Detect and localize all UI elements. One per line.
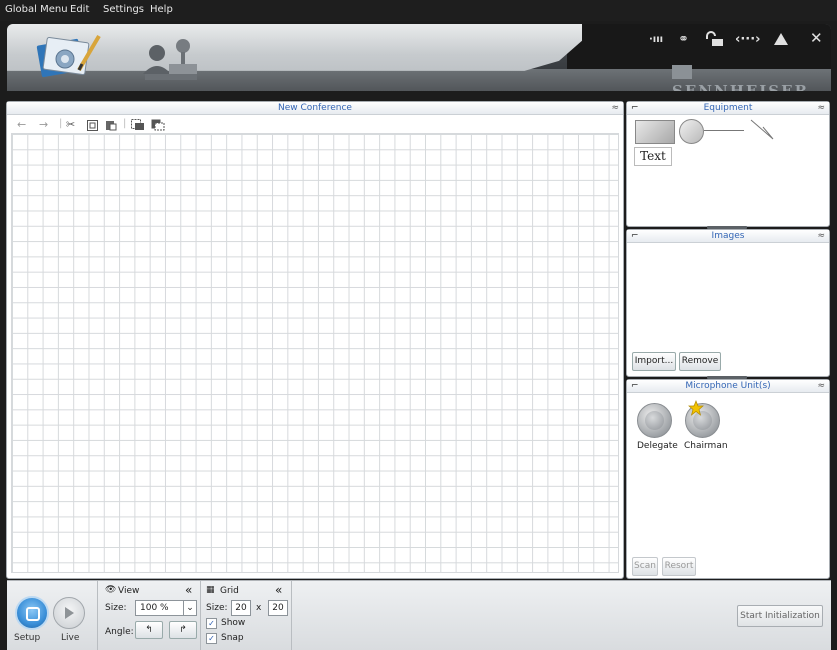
polygon-shape-icon[interactable] [749,117,775,143]
play-icon [65,607,74,619]
remove-button[interactable]: Remove [679,352,721,371]
brand-logo: SENNHEISER [672,64,831,91]
microphone-units-panel: ⌐ Microphone Unit(s) ≈ Delegate Chairman… [626,379,830,579]
images-title: Images [711,231,745,241]
layout-editor-icon[interactable] [35,30,105,82]
redo-icon[interactable]: → [39,118,48,131]
circle-shape-icon[interactable] [679,119,704,144]
grid-width-input[interactable]: 20 [231,600,251,616]
rotate-left-button[interactable]: ↰ [135,621,163,639]
network-icon[interactable]: ⚭ [678,32,689,47]
collapse-icon[interactable]: ≈ [817,380,825,392]
grid-collapse-icon[interactable]: « [275,583,282,597]
setup-mode-button[interactable] [15,596,49,630]
show-grid-checkbox[interactable]: ✓ [206,618,217,629]
snap-grid-checkbox[interactable]: ✓ [206,633,217,644]
view-icon: 👁 [105,585,117,595]
live-mode-button[interactable] [53,597,85,629]
paste-icon[interactable] [105,119,117,131]
conference-canvas-panel: New Conference ≈ ← → | ✂ | [6,101,624,579]
collapse-icon[interactable]: ≈ [817,102,825,114]
send-to-back-icon[interactable] [151,119,165,131]
collapse-icon[interactable]: ≈ [817,230,825,242]
images-title-bar: ⌐ Images ≈ [627,230,829,243]
menu-help[interactable]: Help [150,4,173,15]
images-panel: ⌐ Images ≈ Import... Remove [626,229,830,379]
drawing-grid[interactable] [11,133,619,573]
grid-title: Grid [220,586,239,596]
delegate-label: Delegate [637,441,678,451]
lock-icon[interactable]: ⌐ [631,380,639,392]
view-title: View [118,586,140,596]
canvas-title: New Conference [278,103,352,113]
canvas-title-bar: New Conference ≈ [7,102,623,115]
grid-icon: ▦ [206,585,215,595]
menu-global[interactable]: Global Menu [5,4,68,15]
brand-mark-icon [672,65,692,79]
copy-icon[interactable] [87,120,98,131]
chairman-label: Chairman [684,441,728,451]
menu-bar: Global Menu Edit Settings Help [0,0,837,21]
live-label: Live [61,633,80,643]
scan-button[interactable]: Scan [632,557,658,576]
star-icon [688,400,704,416]
cut-icon[interactable]: ✂ [66,118,75,131]
menu-settings[interactable]: Settings [103,4,144,15]
show-grid-label: Show [221,618,246,628]
snap-grid-label: Snap [221,633,244,643]
undo-icon[interactable]: ← [17,118,26,131]
equipment-title: Equipment [703,103,753,113]
microphones-title: Microphone Unit(s) [685,381,771,391]
eject-icon[interactable] [773,32,789,46]
zoom-value: 100 % [140,603,169,613]
grid-times-label: x [256,603,262,613]
line-shape-icon[interactable] [704,130,744,131]
menu-edit[interactable]: Edit [70,4,89,15]
close-icon[interactable]: ✕ [810,29,823,47]
microphones-title-bar: ⌐ Microphone Unit(s) ≈ [627,380,829,393]
chevron-down-icon[interactable]: ⌄ [183,600,197,616]
lock-icon[interactable]: ⌐ [631,230,639,242]
brand-name: SENNHEISER [672,82,810,91]
collapse-icon[interactable]: ≈ [611,102,619,114]
import-button[interactable]: Import... [632,352,676,371]
equipment-title-bar: ⌐ Equipment ≈ [627,102,829,115]
participants-icon[interactable] [135,34,205,84]
bring-to-front-icon[interactable] [131,119,145,131]
lock-icon[interactable] [705,31,725,47]
equipment-panel: ⌐ Equipment ≈ Text [626,101,830,229]
grid-height-input[interactable]: 20 [268,600,288,616]
lock-icon[interactable]: ⌐ [631,102,639,114]
bottom-control-bar: Setup Live 👁 View « Size: 100 % ⌄ Angle:… [7,580,831,650]
delegate-unit-icon[interactable] [637,403,672,438]
connection-icon[interactable]: ‹···› [735,32,761,47]
signal-icon[interactable]: ·ııı [649,34,663,45]
app-header: ·ııı ⚭ ‹···› ✕ SENNHEISER [7,24,831,91]
chairman-unit-icon[interactable] [685,400,720,438]
view-collapse-icon[interactable]: « [185,583,192,597]
resort-button[interactable]: Resort [662,557,696,576]
text-shape[interactable]: Text [634,147,672,166]
start-initialization-button[interactable]: Start Initialization [737,605,823,627]
angle-label: Angle: [105,627,134,637]
rectangle-shape-icon[interactable] [635,120,675,144]
rotate-right-button[interactable]: ↱ [169,621,197,639]
grid-size-label: Size: [206,603,228,613]
view-size-label: Size: [105,603,127,613]
setup-label: Setup [14,633,41,643]
